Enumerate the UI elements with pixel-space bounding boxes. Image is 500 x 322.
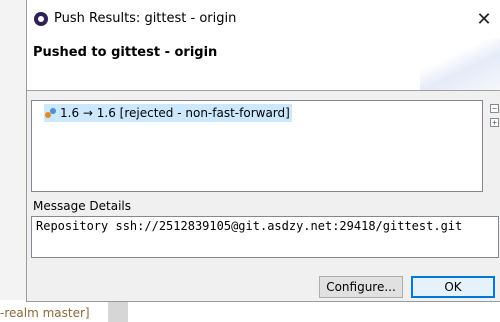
result-label: 1.6 → 1.6 [rejected - non-fast-forward] bbox=[60, 106, 290, 120]
header-separator bbox=[27, 90, 500, 91]
close-icon[interactable]: ✕ bbox=[472, 7, 496, 31]
message-details-label: Message Details bbox=[33, 199, 132, 213]
header-title: Pushed to gittest - origin bbox=[33, 45, 218, 60]
collapse-all-icon[interactable]: − bbox=[490, 104, 499, 113]
dialog-title: Push Results: gittest - origin bbox=[54, 11, 237, 26]
push-ref-icon bbox=[44, 107, 57, 120]
dialog-header: Pushed to gittest - origin bbox=[27, 38, 500, 90]
eclipse-icon bbox=[34, 12, 48, 26]
title-bar: Push Results: gittest - origin ✕ bbox=[27, 0, 500, 38]
tree-item-result[interactable]: 1.6 → 1.6 [rejected - non-fast-forward] bbox=[44, 104, 292, 122]
ok-button[interactable]: OK bbox=[411, 276, 495, 298]
background-scroll-block bbox=[108, 302, 128, 322]
header-banner-image bbox=[420, 38, 500, 90]
expand-all-icon[interactable]: + bbox=[490, 118, 499, 127]
configure-button[interactable]: Configure... bbox=[319, 276, 403, 298]
push-results-tree[interactable]: 1.6 → 1.6 [rejected - non-fast-forward] bbox=[31, 100, 483, 192]
background-editor-text: -realm master] bbox=[0, 306, 90, 320]
push-results-dialog: Push Results: gittest - origin ✕ Pushed … bbox=[26, 0, 500, 302]
message-details-text[interactable]: Repository ssh://2512839105@git.asdzy.ne… bbox=[31, 216, 499, 258]
